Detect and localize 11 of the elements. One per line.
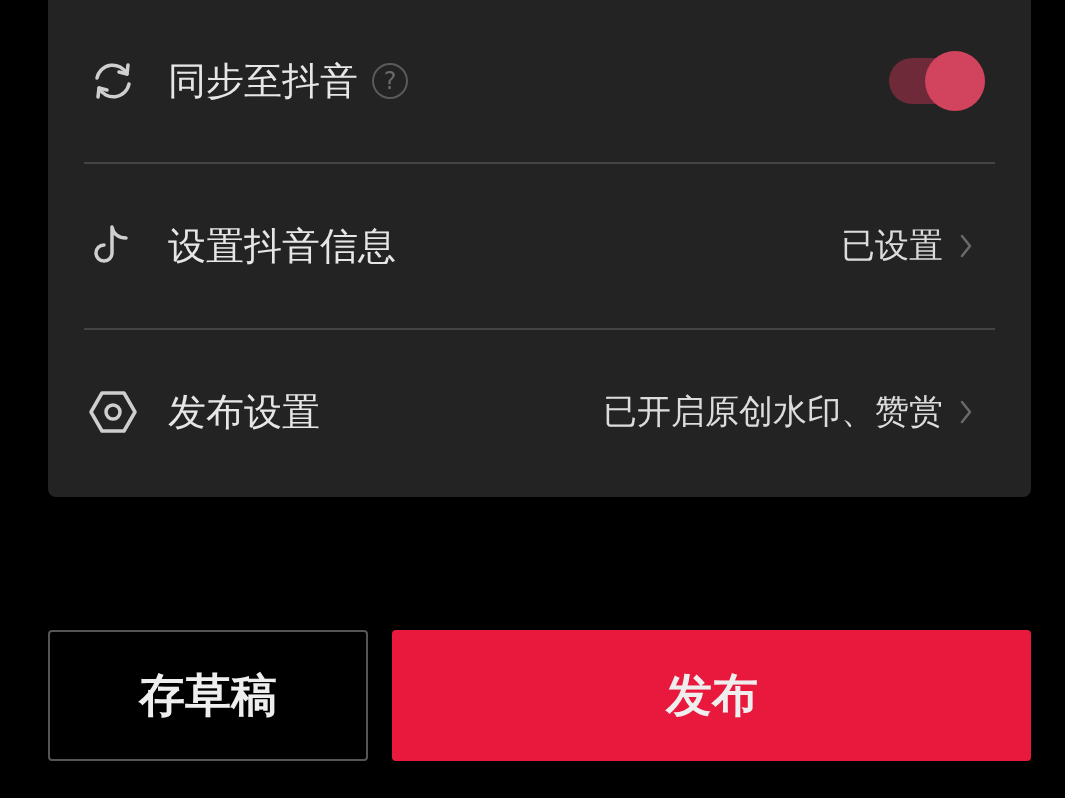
toggle-switch[interactable] bbox=[889, 51, 985, 111]
chevron-icon[interactable] bbox=[959, 399, 973, 425]
setting-value: 已设置 bbox=[841, 224, 943, 267]
draft-button[interactable]: 存草稿 bbox=[48, 630, 368, 761]
setting-value: 已开启原创水印、赞赏 bbox=[603, 390, 943, 433]
chevron-icon[interactable] bbox=[959, 233, 973, 259]
setting-label: 发布设置 bbox=[168, 388, 320, 436]
setting-label: 设置抖音信息 bbox=[168, 222, 396, 270]
publish-button[interactable]: 发布 bbox=[392, 630, 1031, 761]
help-icon[interactable]: ? bbox=[372, 63, 408, 99]
setting-label: 同步至抖音 bbox=[168, 57, 358, 105]
